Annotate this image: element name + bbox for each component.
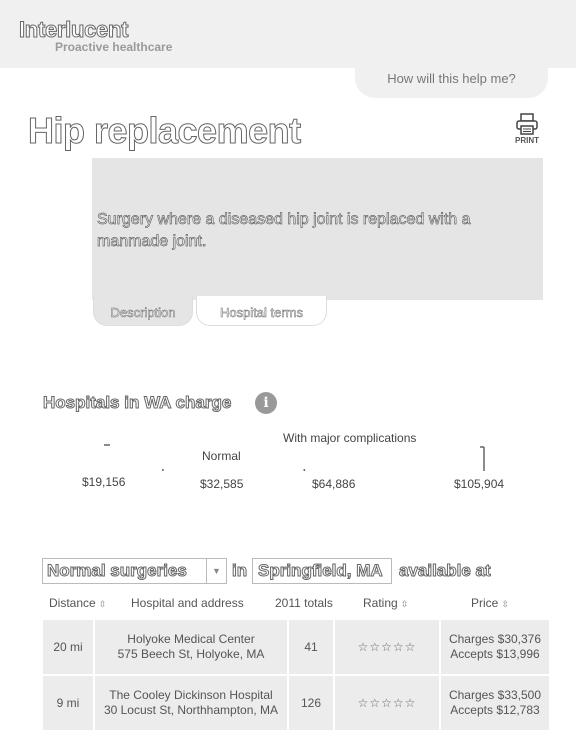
brand-tagline: Proactive healthcare — [55, 40, 173, 54]
accepts-value: Accepts $12,783 — [450, 703, 540, 717]
table-row[interactable]: 20 mi Holyoke Medical Center 575 Beech S… — [43, 620, 549, 674]
charges-value: Charges $30,376 — [448, 632, 542, 646]
column-rating[interactable]: Rating ⇳ — [363, 596, 408, 610]
chart-value-label: $105,904 — [454, 477, 505, 491]
filter-in-label: in — [231, 561, 248, 581]
column-distance[interactable]: Distance ⇳ — [49, 596, 106, 610]
tab-description[interactable]: Description — [93, 296, 193, 326]
chart-annotation-complications: With major complications — [283, 431, 417, 445]
price-cell: Charges $33,500 Accepts $12,783 — [441, 676, 549, 730]
star-rating: ☆☆☆☆☆ — [357, 695, 417, 710]
chart-value-label: $19,156 — [82, 475, 126, 489]
sort-icon: ⇳ — [501, 599, 509, 609]
hospital-filter: Normal surgeries ▼ in Springfield, MA av… — [42, 558, 562, 584]
totals-cell: 41 — [304, 639, 318, 654]
printer-icon — [516, 113, 538, 135]
tab-hospital-terms[interactable]: Hospital terms — [196, 296, 327, 326]
table-row[interactable]: 9 mi The Cooley Dickinson Hospital 30 Lo… — [43, 676, 549, 730]
print-label: PRINT — [515, 136, 539, 145]
how-will-this-help-button[interactable]: How will this help me? — [355, 60, 548, 98]
print-button[interactable]: PRINT — [512, 113, 542, 145]
column-totals: 2011 totals — [275, 596, 333, 610]
distance-cell: 9 mi — [56, 695, 80, 710]
chart-annotation-normal: Normal — [202, 449, 241, 463]
column-label: Rating — [363, 596, 398, 610]
star-rating: ☆☆☆☆☆ — [357, 639, 417, 654]
hospital-cell: Holyoke Medical Center 575 Beech St, Hol… — [95, 620, 287, 674]
surgery-type-select[interactable]: Normal surgeries — [42, 558, 207, 584]
sort-icon: ⇳ — [400, 599, 409, 609]
info-icon[interactable]: i — [255, 392, 277, 414]
charges-value: Charges $33,500 — [448, 688, 542, 702]
price-cell: Charges $30,376 Accepts $13,996 — [441, 620, 549, 674]
chart-value-label: $64,886 — [312, 477, 356, 491]
totals-cell: 126 — [300, 695, 322, 710]
page-title: Hip replacement — [28, 110, 302, 152]
hospital-cell: The Cooley Dickinson Hospital 30 Locust … — [95, 676, 287, 730]
filter-available-label: available at — [399, 561, 492, 581]
distance-cell: 20 mi — [53, 639, 83, 654]
column-label: Price — [471, 596, 499, 610]
column-label: Hospital and address — [131, 596, 244, 610]
site-header: Interlucent Proactive healthcare — [0, 0, 576, 68]
sort-icon: ⇳ — [98, 599, 107, 609]
charge-range-chart: Normal With major complications $19,156 … — [0, 425, 576, 495]
location-input[interactable]: Springfield, MA — [252, 558, 392, 584]
hospital-name[interactable]: Holyoke Medical Center — [127, 632, 254, 647]
column-hospital: Hospital and address — [131, 596, 244, 610]
procedure-description: Surgery where a diseased hip joint is re… — [97, 211, 471, 251]
hospital-address: 30 Locust St, Northhampton, MA — [103, 703, 279, 717]
description-panel: Surgery where a diseased hip joint is re… — [92, 158, 543, 300]
charges-heading: Hospitals in WA charge — [42, 393, 232, 413]
accepts-value: Accepts $13,996 — [450, 647, 540, 661]
column-price[interactable]: Price ⇳ — [471, 596, 509, 610]
hospital-table-header: Distance ⇳ Hospital and address 2011 tota… — [43, 596, 549, 616]
column-label: Distance — [49, 596, 96, 610]
hospital-address: 575 Beech St, Holyoke, MA — [117, 647, 265, 661]
chevron-down-icon[interactable]: ▼ — [207, 558, 227, 584]
column-label: 2011 totals — [275, 596, 333, 610]
chart-value-label: $32,585 — [200, 477, 244, 491]
hospital-name[interactable]: The Cooley Dickinson Hospital — [109, 688, 272, 703]
